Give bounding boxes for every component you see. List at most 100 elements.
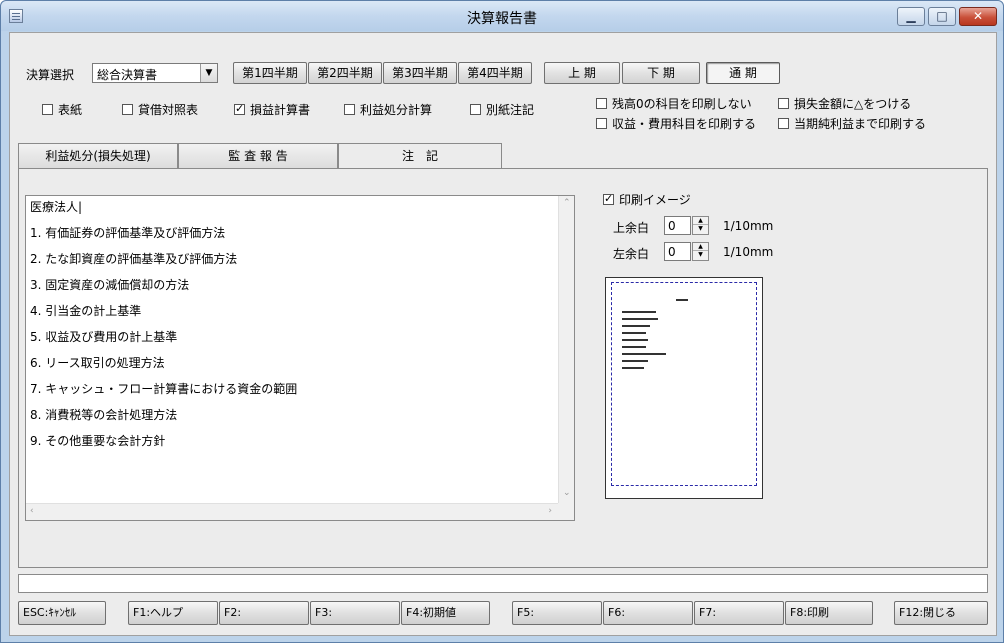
notes-line: 7. キャッシュ・フロー計算書における資金の範囲 (30, 382, 298, 396)
appropriation-checkbox[interactable]: 利益処分計算 (344, 101, 432, 118)
minimize-icon: ▁ (906, 9, 916, 23)
maximize-button[interactable]: □ (928, 7, 956, 26)
notes-textarea[interactable]: 医療法人| 1. 有価証券の評価基準及び評価方法 2. たな卸資産の評価基準及び… (25, 195, 575, 521)
notes-line: 医療法人| (30, 200, 83, 214)
spin-up-icon[interactable]: ▲ (693, 217, 708, 225)
checkbox-checked-icon (234, 102, 245, 115)
notes-line: 2. たな卸資産の評価基準及び評価方法 (30, 252, 238, 266)
tab-audit-report[interactable]: 監 査 報 告 (178, 143, 338, 168)
tab-appropriation[interactable]: 利益処分(損失処理) (18, 143, 178, 168)
chevron-down-icon[interactable]: ▼ (200, 64, 217, 82)
main-panel: 決算選択 総合決算書 ▼ 第1四半期 第2四半期 第3四半期 第4四半期 上 期… (9, 32, 997, 636)
title-bar[interactable]: 決算報告書 ▁ □ ✕ (1, 1, 1003, 31)
balance-sheet-checkbox[interactable]: 貸借対照表 (122, 101, 198, 118)
second-half-button[interactable]: 下 期 (622, 62, 700, 84)
checkbox-icon (42, 104, 53, 115)
status-bar (18, 574, 988, 593)
spin-up-icon[interactable]: ▲ (693, 243, 708, 251)
up-to-net-checkbox[interactable]: 当期純利益まで印刷する (778, 115, 926, 132)
settlement-select-label: 決算選択 (26, 68, 75, 82)
spin-buttons[interactable]: ▲ ▼ (692, 242, 709, 261)
triangle-loss-checkbox[interactable]: 損失金額に△をつける (778, 95, 911, 112)
preview-margin-frame (611, 282, 757, 486)
notes-line: 4. 引当金の計上基準 (30, 304, 142, 318)
preview-line (622, 332, 646, 334)
notes-line: 9. その他重要な会計方針 (30, 434, 166, 448)
scroll-corner (558, 503, 574, 520)
checkbox-icon (778, 118, 789, 129)
top-margin-unit: 1/10mm (723, 219, 774, 233)
scroll-down-icon[interactable]: ⌄ (563, 488, 571, 498)
left-margin-spinner[interactable]: 0 ▲ ▼ (664, 242, 709, 261)
f5-button[interactable]: F5: (512, 601, 602, 625)
spin-down-icon[interactable]: ▼ (693, 251, 708, 259)
close-button[interactable]: ✕ (959, 7, 997, 26)
checkbox-icon (596, 98, 607, 109)
esc-cancel-button[interactable]: ESC:ｷｬﾝｾﾙ (18, 601, 106, 625)
f3-button[interactable]: F3: (310, 601, 400, 625)
app-window: 決算報告書 ▁ □ ✕ 決算選択 総合決算書 ▼ 第1四半期 第2四半期 第3四… (0, 0, 1004, 643)
f12-close-button[interactable]: F12:閉じる (894, 601, 988, 625)
top-margin-label: 上余白 (613, 221, 650, 235)
f6-button[interactable]: F6: (603, 601, 693, 625)
skip-zero-checkbox[interactable]: 残高0の科目を印刷しない (596, 95, 752, 112)
f4-default-button[interactable]: F4:初期値 (401, 601, 490, 625)
quarter-2-button[interactable]: 第2四半期 (308, 62, 382, 84)
preview-line (622, 325, 650, 327)
left-margin-value: 0 (668, 245, 676, 259)
top-margin-spinner[interactable]: 0 ▲ ▼ (664, 216, 709, 235)
notes-tab-panel: 医療法人| 1. 有価証券の評価基準及び評価方法 2. たな卸資産の評価基準及び… (18, 168, 988, 568)
scroll-right-icon[interactable]: › (548, 506, 552, 516)
checkbox-icon (596, 118, 607, 129)
window-title: 決算報告書 (467, 11, 537, 27)
checkbox-icon (122, 104, 133, 115)
quarter-3-button[interactable]: 第3四半期 (383, 62, 457, 84)
scroll-left-icon[interactable]: ‹ (30, 506, 34, 516)
close-icon: ✕ (972, 9, 984, 23)
notes-line: 1. 有価証券の評価基準及び評価方法 (30, 226, 226, 240)
spin-buttons[interactable]: ▲ ▼ (692, 216, 709, 235)
f2-button[interactable]: F2: (219, 601, 309, 625)
preview-title (676, 299, 688, 301)
top-margin-value: 0 (668, 219, 676, 233)
cover-checkbox[interactable]: 表紙 (42, 101, 82, 118)
checkbox-checked-icon (603, 192, 614, 205)
notes-line: 8. 消費税等の会計処理方法 (30, 408, 178, 422)
f1-help-button[interactable]: F1:ヘルプ (128, 601, 218, 625)
print-image-checkbox[interactable]: 印刷イメージ (603, 191, 691, 208)
full-year-button[interactable]: 通 期 (706, 62, 780, 84)
quarter-4-button[interactable]: 第4四半期 (458, 62, 532, 84)
checkbox-icon (470, 104, 481, 115)
first-half-button[interactable]: 上 期 (544, 62, 620, 84)
notes-line: 3. 固定資産の減価償却の方法 (30, 278, 190, 292)
print-revenue-checkbox[interactable]: 収益・費用科目を印刷する (596, 115, 756, 132)
preview-line (622, 353, 666, 355)
checkbox-icon (778, 98, 789, 109)
preview-line (622, 346, 646, 348)
f8-print-button[interactable]: F8:印刷 (785, 601, 873, 625)
notes-line: 5. 収益及び費用の計上基準 (30, 330, 178, 344)
preview-line (622, 318, 658, 320)
left-margin-label: 左余白 (613, 247, 650, 261)
income-statement-checkbox[interactable]: 損益計算書 (234, 101, 310, 118)
scroll-up-icon[interactable]: ⌃ (563, 198, 571, 208)
print-preview (605, 277, 763, 499)
preview-line (622, 360, 648, 362)
horizontal-scrollbar[interactable]: ‹ › (26, 503, 560, 520)
notes-checkbox[interactable]: 別紙注記 (470, 101, 534, 118)
preview-line (622, 339, 648, 341)
quarter-1-button[interactable]: 第1四半期 (233, 62, 307, 84)
f7-button[interactable]: F7: (694, 601, 784, 625)
notes-line: 6. リース取引の処理方法 (30, 356, 165, 370)
maximize-icon: □ (936, 9, 948, 23)
spin-down-icon[interactable]: ▼ (693, 225, 708, 233)
preview-line (622, 367, 644, 369)
minimize-button[interactable]: ▁ (897, 7, 925, 26)
vertical-scrollbar[interactable]: ⌃ ⌄ (558, 196, 574, 504)
tab-notes[interactable]: 注 記 (338, 143, 502, 169)
settlement-select-value: 総合決算書 (97, 68, 158, 82)
settlement-select[interactable]: 総合決算書 ▼ (92, 63, 218, 83)
left-margin-unit: 1/10mm (723, 245, 774, 259)
preview-line (622, 311, 656, 313)
checkbox-icon (344, 104, 355, 115)
